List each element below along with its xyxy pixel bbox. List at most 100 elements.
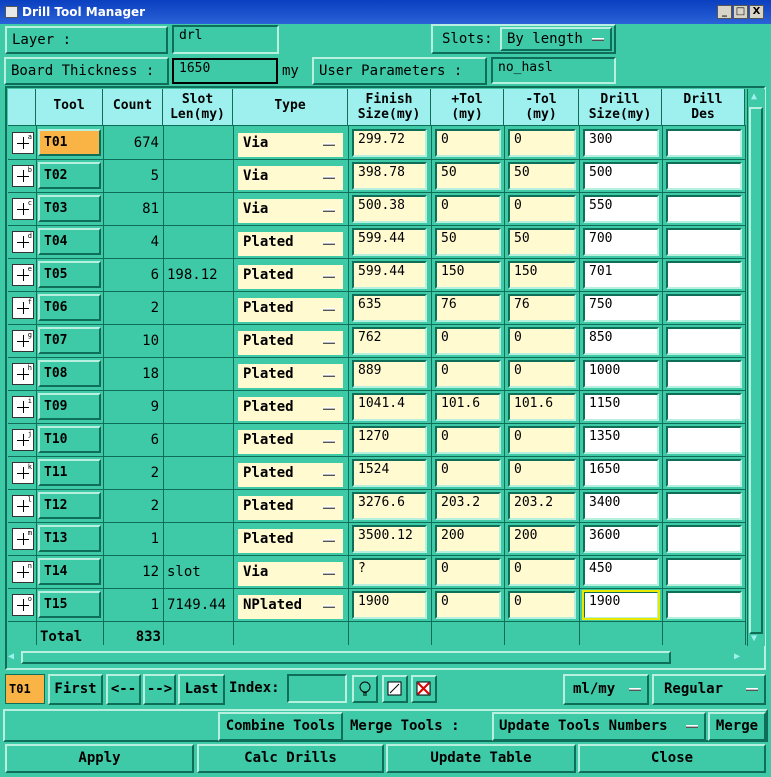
drill-des-input[interactable] bbox=[666, 294, 742, 322]
drill-size-input[interactable]: 850 bbox=[583, 327, 659, 355]
expand-row-icon[interactable]: j bbox=[12, 429, 34, 451]
expand-row-icon[interactable]: o bbox=[12, 594, 34, 616]
type-dropdown[interactable]: Plated bbox=[238, 331, 343, 355]
drill-size-input[interactable]: 500 bbox=[583, 162, 659, 190]
tool-button[interactable]: T13 bbox=[38, 525, 101, 552]
drill-size-input[interactable]: 1900 bbox=[582, 590, 660, 620]
finish-size-input[interactable]: 299.72 bbox=[352, 129, 427, 157]
drill-des-input[interactable] bbox=[666, 525, 742, 553]
type-dropdown[interactable]: Plated bbox=[238, 529, 343, 553]
plus-tol-input[interactable]: 203.2 bbox=[435, 492, 501, 520]
minus-tol-input[interactable]: 50 bbox=[508, 228, 576, 256]
combine-tools-button[interactable]: Combine Tools bbox=[218, 712, 343, 741]
expand-row-icon[interactable]: g bbox=[12, 330, 34, 352]
drill-size-input[interactable]: 300 bbox=[583, 129, 659, 157]
drill-size-input[interactable]: 1150 bbox=[583, 393, 659, 421]
minus-tol-input[interactable]: 50 bbox=[508, 162, 576, 190]
maximize-button[interactable]: □ bbox=[733, 5, 748, 19]
minus-tol-input[interactable]: 0 bbox=[508, 426, 576, 454]
plus-tol-input[interactable]: 0 bbox=[435, 360, 501, 388]
minus-tol-input[interactable]: 0 bbox=[508, 327, 576, 355]
tool-button[interactable]: T03 bbox=[38, 195, 101, 222]
scroll-down-icon[interactable]: ▼ bbox=[751, 633, 757, 644]
minus-tol-input[interactable]: 0 bbox=[508, 129, 576, 157]
type-dropdown[interactable]: Plated bbox=[238, 232, 343, 256]
board-thickness-field[interactable]: 1650 bbox=[172, 58, 278, 84]
drill-size-input[interactable]: 700 bbox=[583, 228, 659, 256]
tool-button[interactable]: T02 bbox=[38, 162, 101, 189]
drill-des-input[interactable] bbox=[666, 195, 742, 223]
previous-button[interactable]: <-- bbox=[106, 674, 141, 705]
finish-size-input[interactable]: 500.38 bbox=[352, 195, 427, 223]
drill-size-input[interactable]: 701 bbox=[583, 261, 659, 289]
finish-size-input[interactable]: 635 bbox=[352, 294, 427, 322]
plus-tol-input[interactable]: 200 bbox=[435, 525, 501, 553]
expand-row-icon[interactable]: f bbox=[12, 297, 34, 319]
drill-des-input[interactable] bbox=[666, 327, 742, 355]
tool-button[interactable]: T12 bbox=[38, 492, 101, 519]
apply-button[interactable]: Apply bbox=[5, 744, 194, 773]
expand-row-icon[interactable]: i bbox=[12, 396, 34, 418]
drill-size-input[interactable]: 1650 bbox=[583, 459, 659, 487]
minus-tol-input[interactable]: 0 bbox=[508, 360, 576, 388]
type-dropdown[interactable]: Plated bbox=[238, 265, 343, 289]
drill-des-input[interactable] bbox=[666, 360, 742, 388]
type-dropdown[interactable]: Plated bbox=[238, 397, 343, 421]
expand-row-icon[interactable]: a bbox=[12, 132, 34, 154]
index-field[interactable] bbox=[287, 674, 347, 703]
expand-row-icon[interactable]: l bbox=[12, 495, 34, 517]
horizontal-scroll-thumb[interactable] bbox=[21, 651, 671, 664]
tool-button[interactable]: T07 bbox=[38, 327, 101, 354]
type-dropdown[interactable]: Via bbox=[238, 199, 343, 223]
next-button[interactable]: --> bbox=[143, 674, 176, 705]
plus-tol-input[interactable]: 101.6 bbox=[435, 393, 501, 421]
type-dropdown[interactable]: Plated bbox=[238, 298, 343, 322]
tool-button[interactable]: T11 bbox=[38, 459, 101, 486]
plus-tol-input[interactable]: 0 bbox=[435, 327, 501, 355]
expand-row-icon[interactable]: m bbox=[12, 528, 34, 550]
plus-tol-input[interactable]: 0 bbox=[435, 426, 501, 454]
highlight-button[interactable] bbox=[352, 675, 378, 703]
slots-dropdown[interactable]: By length bbox=[500, 27, 612, 51]
plus-tol-input[interactable]: 76 bbox=[435, 294, 501, 322]
scroll-up-icon[interactable]: ▲ bbox=[751, 91, 757, 102]
minus-tol-input[interactable]: 0 bbox=[508, 558, 576, 586]
scroll-left-icon[interactable]: ◀ bbox=[8, 651, 14, 662]
expand-row-icon[interactable]: c bbox=[12, 198, 34, 220]
plus-tol-input[interactable]: 0 bbox=[435, 591, 501, 619]
minus-tol-input[interactable]: 203.2 bbox=[508, 492, 576, 520]
minus-tol-input[interactable]: 200 bbox=[508, 525, 576, 553]
mode-dropdown[interactable]: Regular bbox=[652, 674, 766, 705]
update-table-button[interactable]: Update Table bbox=[386, 744, 576, 773]
type-dropdown[interactable]: Plated bbox=[238, 364, 343, 388]
plus-tol-input[interactable]: 0 bbox=[435, 129, 501, 157]
drill-des-input[interactable] bbox=[666, 426, 742, 454]
minimize-button[interactable]: _ bbox=[717, 5, 732, 19]
tool-button[interactable]: T05 bbox=[38, 261, 101, 288]
tool-button[interactable]: T01 bbox=[38, 129, 101, 156]
tool-button[interactable]: T10 bbox=[38, 426, 101, 453]
drill-size-input[interactable]: 3600 bbox=[583, 525, 659, 553]
drill-size-input[interactable]: 1350 bbox=[583, 426, 659, 454]
zoom-fit-button[interactable] bbox=[382, 675, 408, 703]
tool-button[interactable]: T08 bbox=[38, 360, 101, 387]
minus-tol-input[interactable]: 150 bbox=[508, 261, 576, 289]
plus-tol-input[interactable]: 0 bbox=[435, 459, 501, 487]
finish-size-input[interactable]: 3276.6 bbox=[352, 492, 427, 520]
finish-size-input[interactable]: ? bbox=[352, 558, 427, 586]
expand-row-icon[interactable]: n bbox=[12, 561, 34, 583]
expand-row-icon[interactable]: h bbox=[12, 363, 34, 385]
merge-method-dropdown[interactable]: Update Tools Numbers bbox=[492, 712, 706, 741]
drill-des-input[interactable] bbox=[666, 261, 742, 289]
last-button[interactable]: Last bbox=[178, 674, 225, 705]
minus-tol-input[interactable]: 0 bbox=[508, 459, 576, 487]
drill-des-input[interactable] bbox=[666, 558, 742, 586]
minus-tol-input[interactable]: 101.6 bbox=[508, 393, 576, 421]
drill-size-input[interactable]: 3400 bbox=[583, 492, 659, 520]
tool-button[interactable]: T09 bbox=[38, 393, 101, 420]
expand-row-icon[interactable]: k bbox=[12, 462, 34, 484]
type-dropdown[interactable]: NPlated bbox=[238, 595, 343, 619]
vertical-scroll-thumb[interactable] bbox=[749, 107, 763, 634]
type-dropdown[interactable]: Via bbox=[238, 133, 343, 157]
drill-des-input[interactable] bbox=[666, 129, 742, 157]
